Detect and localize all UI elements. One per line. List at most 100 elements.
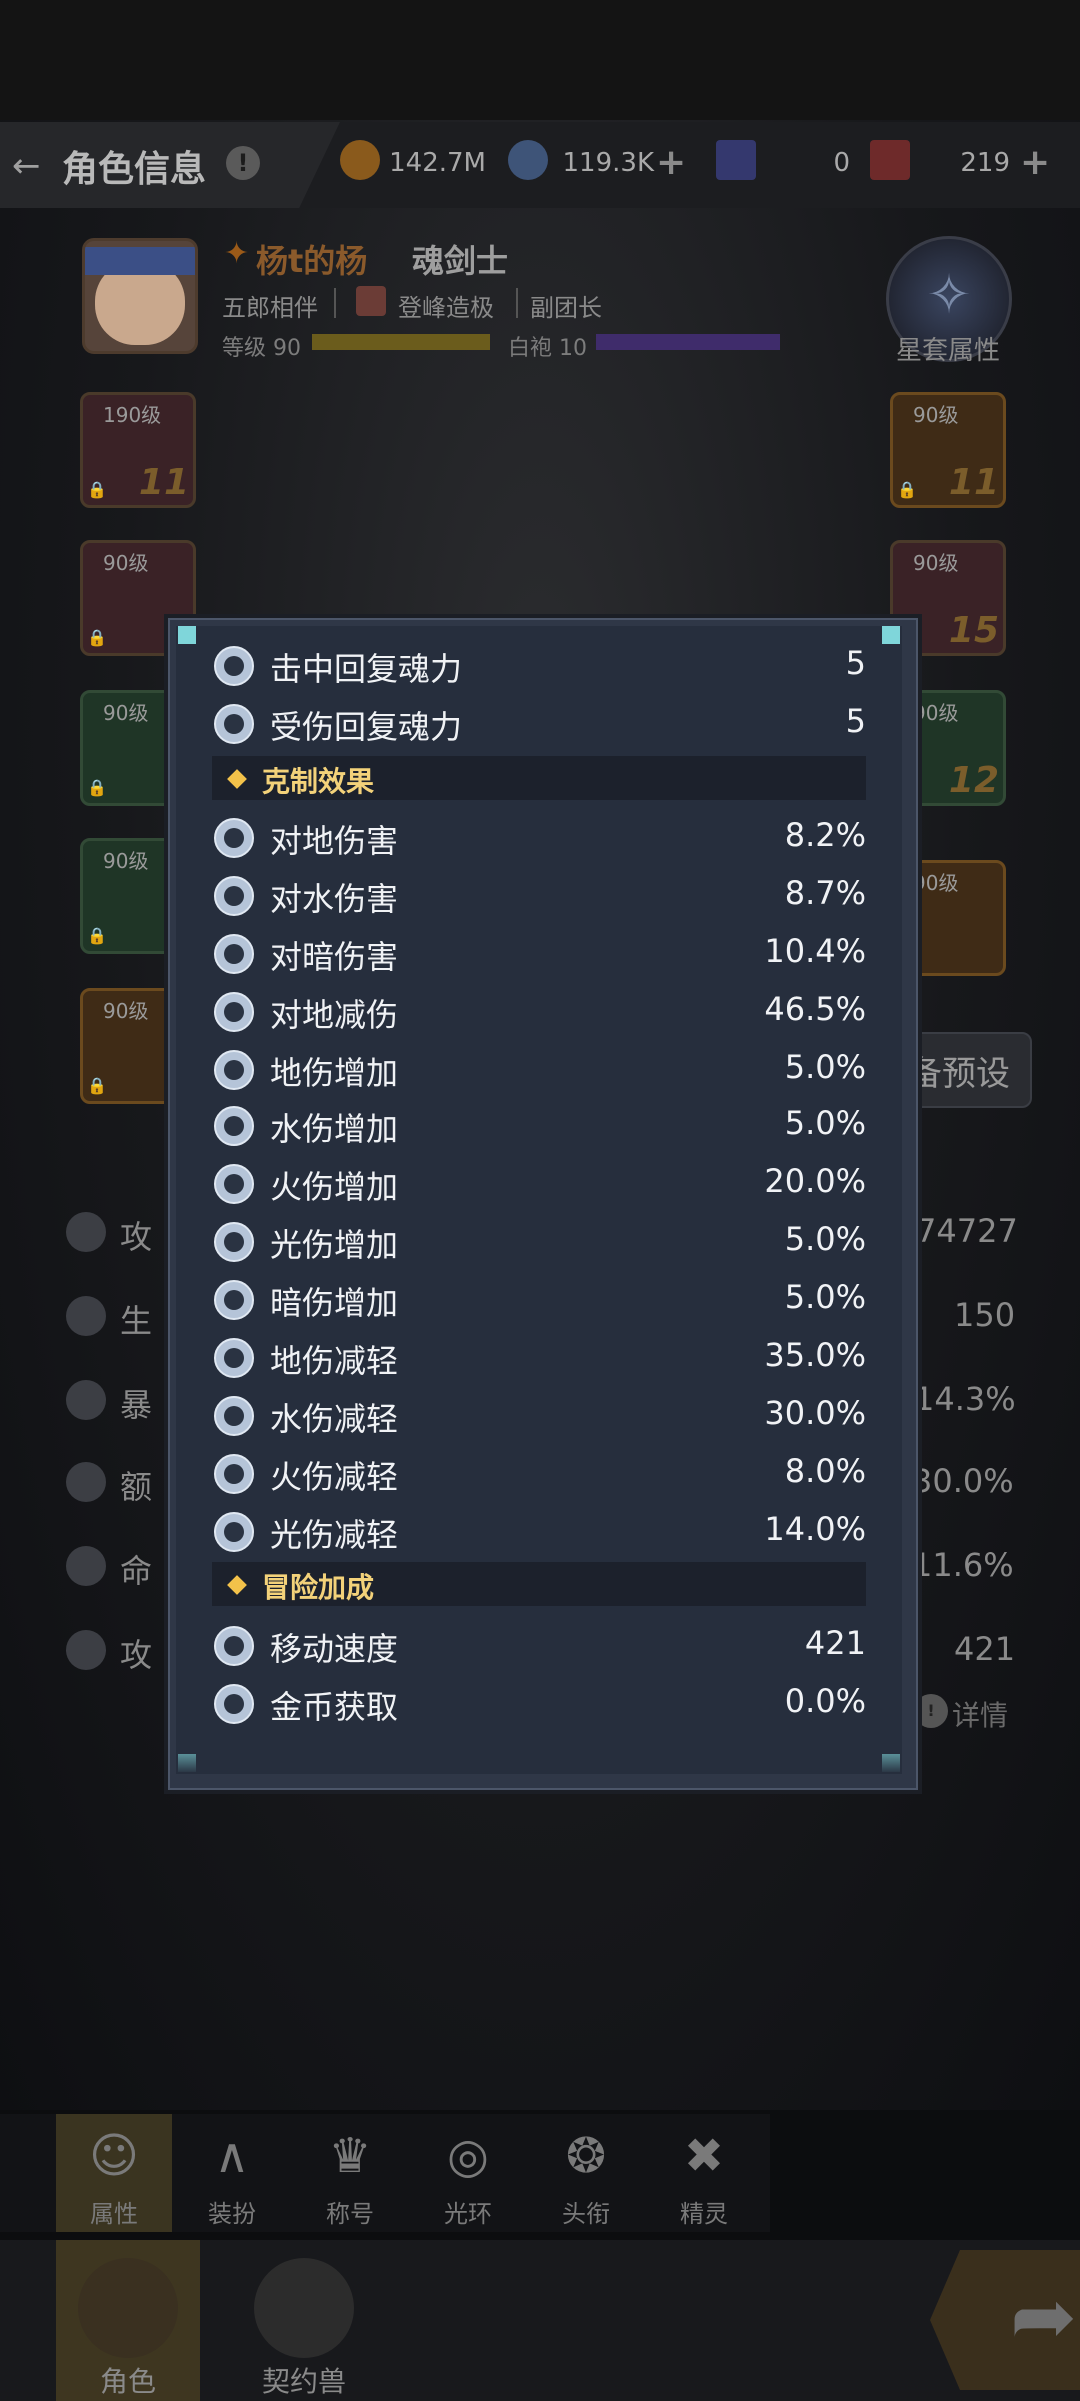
crystal-value: 119.3K bbox=[562, 148, 654, 178]
info-icon[interactable]: ! bbox=[226, 146, 260, 180]
avatar[interactable] bbox=[82, 238, 198, 354]
tab-outfit[interactable]: ∧ 装扮 bbox=[174, 2114, 290, 2232]
slot-enhance: 15 bbox=[948, 610, 999, 651]
stat-label: 暗伤增加 bbox=[270, 1284, 399, 1322]
earth-icon bbox=[214, 818, 254, 858]
stat-label: 击中回复魂力 bbox=[270, 650, 463, 688]
stat-label: 受伤回复魂力 bbox=[270, 708, 463, 746]
tab-spirit[interactable]: ✖ 精灵 bbox=[646, 2114, 762, 2232]
blue-ticket-resource: 0 bbox=[716, 140, 856, 188]
coin-gain-icon bbox=[214, 1684, 254, 1724]
stat-value: 14.3% bbox=[914, 1380, 1016, 1418]
stat-label: 对地减伤 bbox=[270, 996, 399, 1034]
stat-label: 对水伤害 bbox=[270, 880, 399, 918]
rank-progress-bar bbox=[596, 334, 780, 350]
tab-aura[interactable]: ◎ 光环 bbox=[410, 2114, 526, 2232]
stat-label: 光伤增加 bbox=[270, 1226, 399, 1264]
player-class: 魂剑士 bbox=[412, 242, 509, 280]
stat-value: 8.0% bbox=[784, 1452, 866, 1490]
slot-enhance: 11 bbox=[948, 462, 999, 503]
stat-value: 8.7% bbox=[784, 874, 866, 912]
fire-icon bbox=[214, 1164, 254, 1204]
paw-icon bbox=[254, 2258, 354, 2358]
stat-label: 暴 bbox=[120, 1386, 153, 1424]
title-icon bbox=[356, 286, 386, 316]
tab-rank[interactable]: ❂ 头衔 bbox=[528, 2114, 644, 2232]
blue-ticket-icon bbox=[716, 140, 756, 180]
section-title: 冒险加成 bbox=[262, 1571, 375, 1604]
tab-attributes[interactable]: ☺ 属性 bbox=[56, 2114, 172, 2232]
detail-link[interactable]: 详情 bbox=[952, 1694, 1008, 1734]
stat-label: 对地伤害 bbox=[270, 822, 399, 860]
tab-contract-beast[interactable]: 契约兽 bbox=[232, 2240, 376, 2401]
divider bbox=[516, 288, 518, 318]
top-dim-area bbox=[0, 0, 1080, 120]
soul-recovery-hurt-icon bbox=[214, 704, 254, 744]
gold-resource: 142.7M bbox=[340, 140, 490, 188]
lock-icon: 🔒 bbox=[87, 628, 107, 647]
divider bbox=[334, 288, 336, 318]
lock-icon: 🔒 bbox=[87, 778, 107, 797]
person-icon: ☺ bbox=[88, 2128, 140, 2184]
tab-label: 光环 bbox=[444, 2200, 492, 2228]
slot-enhance: 12 bbox=[948, 760, 999, 801]
stat-label: 攻 bbox=[120, 1636, 153, 1674]
tab-label: 头衔 bbox=[562, 2200, 610, 2228]
equip-slot-right-1[interactable]: 90级 🔒 11 bbox=[890, 392, 1006, 508]
stat-label: 地伤增加 bbox=[270, 1054, 399, 1092]
tab-character[interactable]: 角色 bbox=[56, 2240, 200, 2401]
star-set-icon: ✧ bbox=[926, 263, 972, 326]
level-progress-bar bbox=[312, 334, 490, 350]
equip-slot-left-1[interactable]: 190级 🔒 11 bbox=[80, 392, 196, 508]
level-label: 等级 90 bbox=[222, 336, 301, 361]
stat-value: 5 bbox=[845, 644, 866, 682]
extra-icon bbox=[66, 1462, 106, 1502]
stat-value: 46.5% bbox=[764, 990, 866, 1028]
stat-value: 35.0% bbox=[764, 1336, 866, 1374]
stat-label: 水伤增加 bbox=[270, 1110, 399, 1148]
stat-label: 对暗伤害 bbox=[270, 938, 399, 976]
halo-icon: ◎ bbox=[447, 2128, 489, 2184]
stat-value: 14.0% bbox=[764, 1510, 866, 1548]
slot-level: 190级 bbox=[103, 403, 162, 427]
tab-label: 契约兽 bbox=[261, 2365, 346, 2398]
stat-value: 5.0% bbox=[784, 1104, 866, 1142]
section-title: 克制效果 bbox=[262, 765, 375, 798]
tab-title[interactable]: ♛ 称号 bbox=[292, 2114, 408, 2232]
stat-value: 421 bbox=[954, 1630, 1016, 1668]
light-icon bbox=[214, 1222, 254, 1262]
modal-corner bbox=[882, 626, 900, 644]
stat-label: 攻 bbox=[120, 1218, 153, 1256]
lock-icon: 🔒 bbox=[87, 1076, 107, 1095]
dark-icon bbox=[214, 934, 254, 974]
stat-label: 水伤减轻 bbox=[270, 1400, 399, 1438]
stat-value: 150 bbox=[954, 1296, 1016, 1334]
slot-level: 90级 bbox=[103, 701, 149, 725]
red-ticket-plus-button[interactable]: + bbox=[1020, 142, 1050, 183]
crystal-plus-button[interactable]: + bbox=[656, 142, 686, 183]
stat-value: 5.0% bbox=[784, 1048, 866, 1086]
emblem-icon: ❂ bbox=[565, 2128, 607, 2184]
slot-level: 90级 bbox=[103, 551, 149, 575]
spirit-icon: ✖ bbox=[683, 2128, 725, 2184]
name-star-icon: ✦ bbox=[224, 236, 250, 271]
stat-value: 421 bbox=[804, 1624, 866, 1662]
stat-value: 10.4% bbox=[764, 932, 866, 970]
slot-level: 90级 bbox=[913, 403, 959, 427]
attack-icon bbox=[66, 1212, 106, 1252]
stat-label: 火伤增加 bbox=[270, 1168, 399, 1206]
back-icon[interactable]: ← bbox=[12, 146, 52, 186]
health-icon bbox=[66, 1296, 106, 1336]
stat-value: 5.0% bbox=[784, 1220, 866, 1258]
character-helmet-icon bbox=[78, 2258, 178, 2358]
crown-icon: ♛ bbox=[328, 2128, 372, 2184]
slot-level: 90级 bbox=[913, 551, 959, 575]
page-title: 角色信息 bbox=[62, 149, 207, 190]
slot-level: 90级 bbox=[103, 999, 149, 1023]
hanger-icon: ∧ bbox=[214, 2128, 250, 2184]
crystal-icon bbox=[508, 140, 548, 180]
star-set-label: 星套属性 bbox=[895, 336, 1000, 366]
red-ticket-resource: 219 + bbox=[870, 140, 1056, 188]
rank-label: 白袍 10 bbox=[508, 336, 587, 361]
player-name: 杨t的杨 bbox=[256, 242, 368, 280]
